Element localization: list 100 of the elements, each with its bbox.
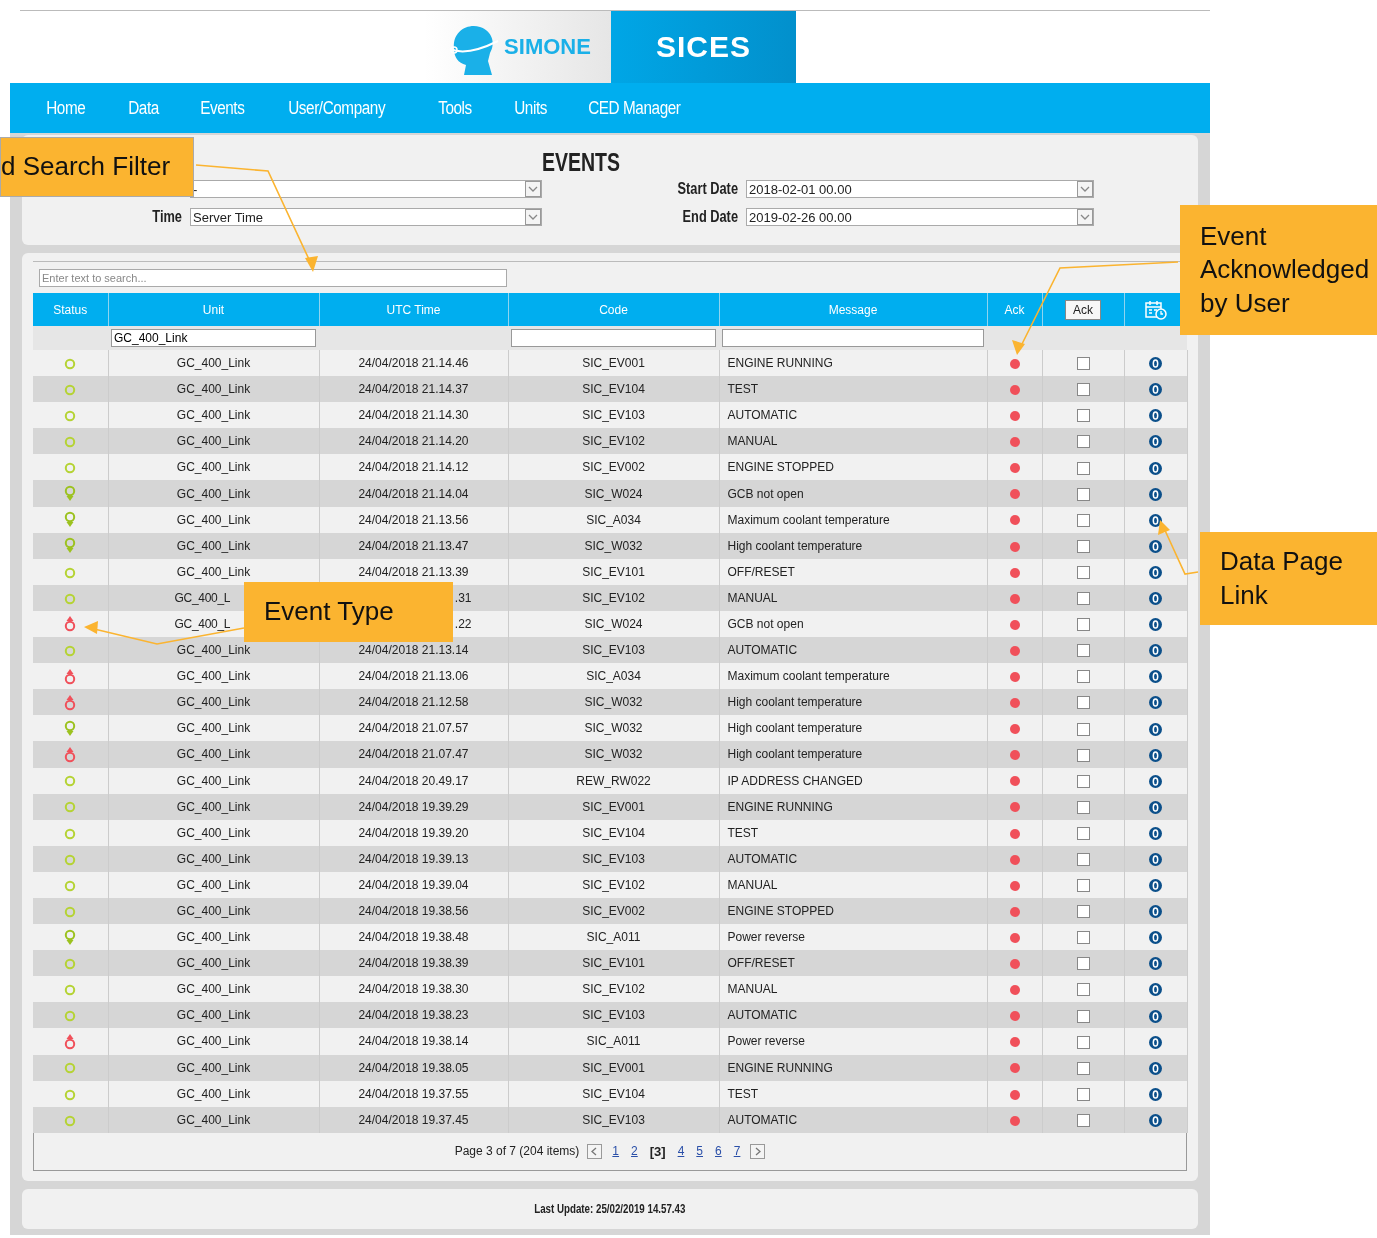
data-link-icon[interactable] (1149, 618, 1162, 632)
checkbox[interactable] (1076, 1087, 1090, 1101)
data-link-icon[interactable] (1149, 487, 1162, 501)
data-link-icon[interactable] (1149, 1113, 1162, 1127)
checkbox[interactable] (1076, 409, 1090, 423)
data-link-icon[interactable] (1149, 565, 1162, 579)
data-link-icon[interactable] (1149, 722, 1162, 736)
data-link-icon[interactable] (1149, 592, 1162, 606)
data-link-icon[interactable] (1149, 826, 1162, 840)
table-cell: SIC_W032 (508, 715, 719, 742)
table-cell: SIC_EV102 (508, 871, 719, 898)
table-cell: ENGINE RUNNING (719, 1054, 987, 1081)
calendar-clock-icon[interactable] (1144, 299, 1167, 320)
previous-page-icon[interactable] (587, 1143, 603, 1159)
checkbox[interactable] (1076, 618, 1090, 632)
data-link-icon[interactable] (1149, 853, 1162, 866)
checkbox[interactable] (1076, 435, 1090, 449)
ack-button[interactable]: Ack (1065, 299, 1101, 320)
start-date-field[interactable]: 2018-02-01 00.00 (746, 180, 1094, 198)
checkbox[interactable] (1076, 357, 1090, 371)
company-select[interactable]: - (190, 180, 542, 198)
search-field[interactable]: Enter text to search... (39, 269, 507, 287)
table-cell: AUTOMATIC (719, 637, 987, 664)
checkbox[interactable] (1076, 774, 1090, 788)
checkbox[interactable] (1076, 957, 1090, 971)
checkbox[interactable] (1076, 696, 1090, 710)
checkbox[interactable] (1076, 983, 1090, 997)
checkbox[interactable] (1076, 800, 1090, 814)
ring-icon (64, 566, 77, 579)
page-link[interactable]: 5 (694, 1144, 705, 1159)
data-link-icon[interactable] (1149, 435, 1162, 449)
table-cell: GC_400_Link (108, 845, 319, 872)
checkbox[interactable] (1076, 592, 1090, 606)
data-link-icon[interactable] (1149, 1061, 1162, 1075)
ring-icon (64, 958, 77, 971)
data-link-icon[interactable] (1149, 539, 1162, 553)
table-cell: GC_400_Link (108, 402, 319, 429)
checkbox[interactable] (1076, 1061, 1090, 1075)
ring-down-arrow-icon (64, 511, 77, 529)
table-cell: 24/04/2018 19.37.55 (319, 1080, 508, 1107)
data-link-icon[interactable] (1149, 957, 1162, 971)
checkbox[interactable] (1076, 931, 1090, 945)
checkbox[interactable] (1076, 748, 1090, 762)
checkbox[interactable] (1076, 826, 1090, 840)
data-link-icon[interactable] (1149, 1087, 1162, 1101)
checkbox[interactable] (1076, 1035, 1090, 1049)
page-link[interactable]: 4 (675, 1144, 687, 1159)
data-link-icon[interactable] (1149, 696, 1162, 710)
checkbox[interactable] (1076, 644, 1090, 658)
data-link-icon[interactable] (1149, 383, 1162, 397)
data-link-icon[interactable] (1149, 409, 1162, 423)
unit-filter-field[interactable]: GC_400_Link (111, 329, 316, 347)
data-link-icon[interactable] (1149, 931, 1162, 945)
data-link-icon[interactable] (1149, 879, 1162, 893)
end-date-field[interactable]: 2019-02-26 00.00 (746, 208, 1094, 226)
checkbox[interactable] (1076, 879, 1090, 893)
page-link[interactable]: 1 (610, 1144, 622, 1159)
page-link[interactable]: 6 (713, 1144, 724, 1159)
checkbox[interactable] (1076, 539, 1090, 553)
data-link-icon[interactable] (1149, 774, 1162, 788)
table-cell: SIC_W032 (508, 532, 719, 559)
checkbox[interactable] (1076, 1009, 1090, 1023)
checkbox[interactable] (1076, 513, 1090, 527)
data-link-icon[interactable] (1149, 905, 1162, 919)
data-link-icon[interactable] (1149, 800, 1162, 814)
checkbox[interactable] (1076, 383, 1090, 397)
time-select[interactable]: Server Time (190, 208, 542, 226)
page-link[interactable]: 2 (629, 1144, 640, 1159)
message-filter-field[interactable] (722, 329, 984, 347)
checkbox[interactable] (1076, 905, 1090, 919)
checkbox[interactable] (1076, 1113, 1090, 1127)
data-link-icon[interactable] (1149, 748, 1162, 762)
data-link-icon[interactable] (1149, 983, 1162, 997)
checkbox[interactable] (1076, 853, 1090, 866)
ring-icon (64, 853, 77, 866)
checkbox[interactable] (1076, 670, 1090, 684)
data-link-icon[interactable] (1149, 461, 1162, 475)
table-cell: GC_400_Link (108, 897, 319, 925)
page-link[interactable]: 7 (731, 1144, 743, 1159)
data-link-icon[interactable] (1149, 670, 1162, 684)
data-link-icon[interactable] (1149, 357, 1162, 371)
table-cell: 24/04/2018 19.39.04 (319, 871, 508, 898)
table-cell: SIC_EV101 (508, 558, 719, 585)
table-cell: SIC_EV103 (508, 402, 719, 429)
checkbox[interactable] (1076, 487, 1090, 501)
code-filter-field[interactable] (511, 329, 716, 347)
next-page-icon[interactable] (750, 1143, 766, 1159)
table-cell: SIC_EV103 (508, 1106, 719, 1133)
checkbox[interactable] (1076, 461, 1090, 475)
table-cell: GC_400_Link (108, 480, 319, 507)
table-cell: 24/04/2018 19.39.20 (319, 819, 508, 846)
checkbox[interactable] (1076, 722, 1090, 736)
callout-label: Data Page Link (1200, 532, 1377, 625)
data-link-icon[interactable] (1149, 513, 1162, 527)
table-cell: SIC_W032 (508, 741, 719, 768)
checkbox[interactable] (1076, 565, 1090, 579)
data-link-icon[interactable] (1149, 644, 1162, 658)
data-link-icon[interactable] (1149, 1035, 1162, 1049)
data-link-icon[interactable] (1149, 1009, 1162, 1023)
page-link[interactable]: [3] (647, 1143, 668, 1159)
